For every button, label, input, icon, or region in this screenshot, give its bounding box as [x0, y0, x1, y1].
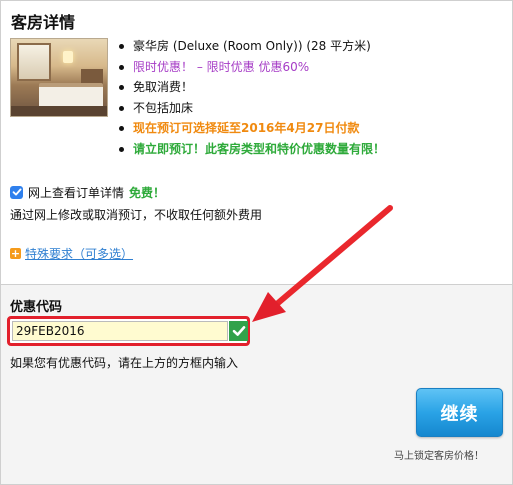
room-photo [10, 38, 108, 117]
room-photo-window [17, 43, 51, 81]
promo-code-input[interactable] [12, 321, 228, 341]
room-photo-floor [11, 106, 107, 116]
room-photo-lamp [63, 51, 73, 63]
lock-price-note: 马上锁定客房价格！ [394, 451, 484, 462]
room-details-title: 客房详情 [11, 13, 76, 32]
plus-box-icon[interactable]: + [10, 248, 21, 259]
feature-pay-later: 现在预订可选择延至2016年4月27日付款 [118, 118, 385, 139]
special-request-row[interactable]: + 特殊要求（可多选） [10, 245, 133, 262]
checkmark-icon [229, 321, 248, 341]
feature-room-type: 豪华房 (Deluxe (Room Only)) (28 平方米) [118, 36, 385, 57]
promo-code-title: 优惠代码 [10, 300, 63, 315]
feature-no-extra-bed: 不包括加床 [118, 98, 385, 119]
room-features-list: 豪华房 (Deluxe (Room Only)) (28 平方米) 限时优惠！ … [118, 36, 385, 160]
modify-cancel-note: 通过网上修改或取消预订，不收取任何额外费用 [10, 208, 263, 222]
promo-code-hint: 如果您有优惠代码，请在上方的方框内输入 [10, 356, 239, 370]
continue-button[interactable]: 继续 [416, 388, 503, 437]
online-booking-option[interactable]: 网上查看订单详情 免费！ [10, 184, 165, 200]
checkbox-checked-icon[interactable] [10, 185, 23, 199]
online-booking-label: 网上查看订单详情 [28, 185, 125, 200]
feature-free-cancellation: 免取消费！ [118, 77, 385, 98]
free-badge: 免费！ [129, 185, 166, 200]
feature-limited-offer: 限时优惠！ – 限时优惠 优惠60% [118, 57, 385, 78]
promo-code-highlight [7, 316, 250, 346]
special-request-link[interactable]: 特殊要求（可多选） [25, 245, 133, 262]
feature-limited-availability: 请立即预订！此客房类型和特价优惠数量有限！ [118, 139, 385, 160]
